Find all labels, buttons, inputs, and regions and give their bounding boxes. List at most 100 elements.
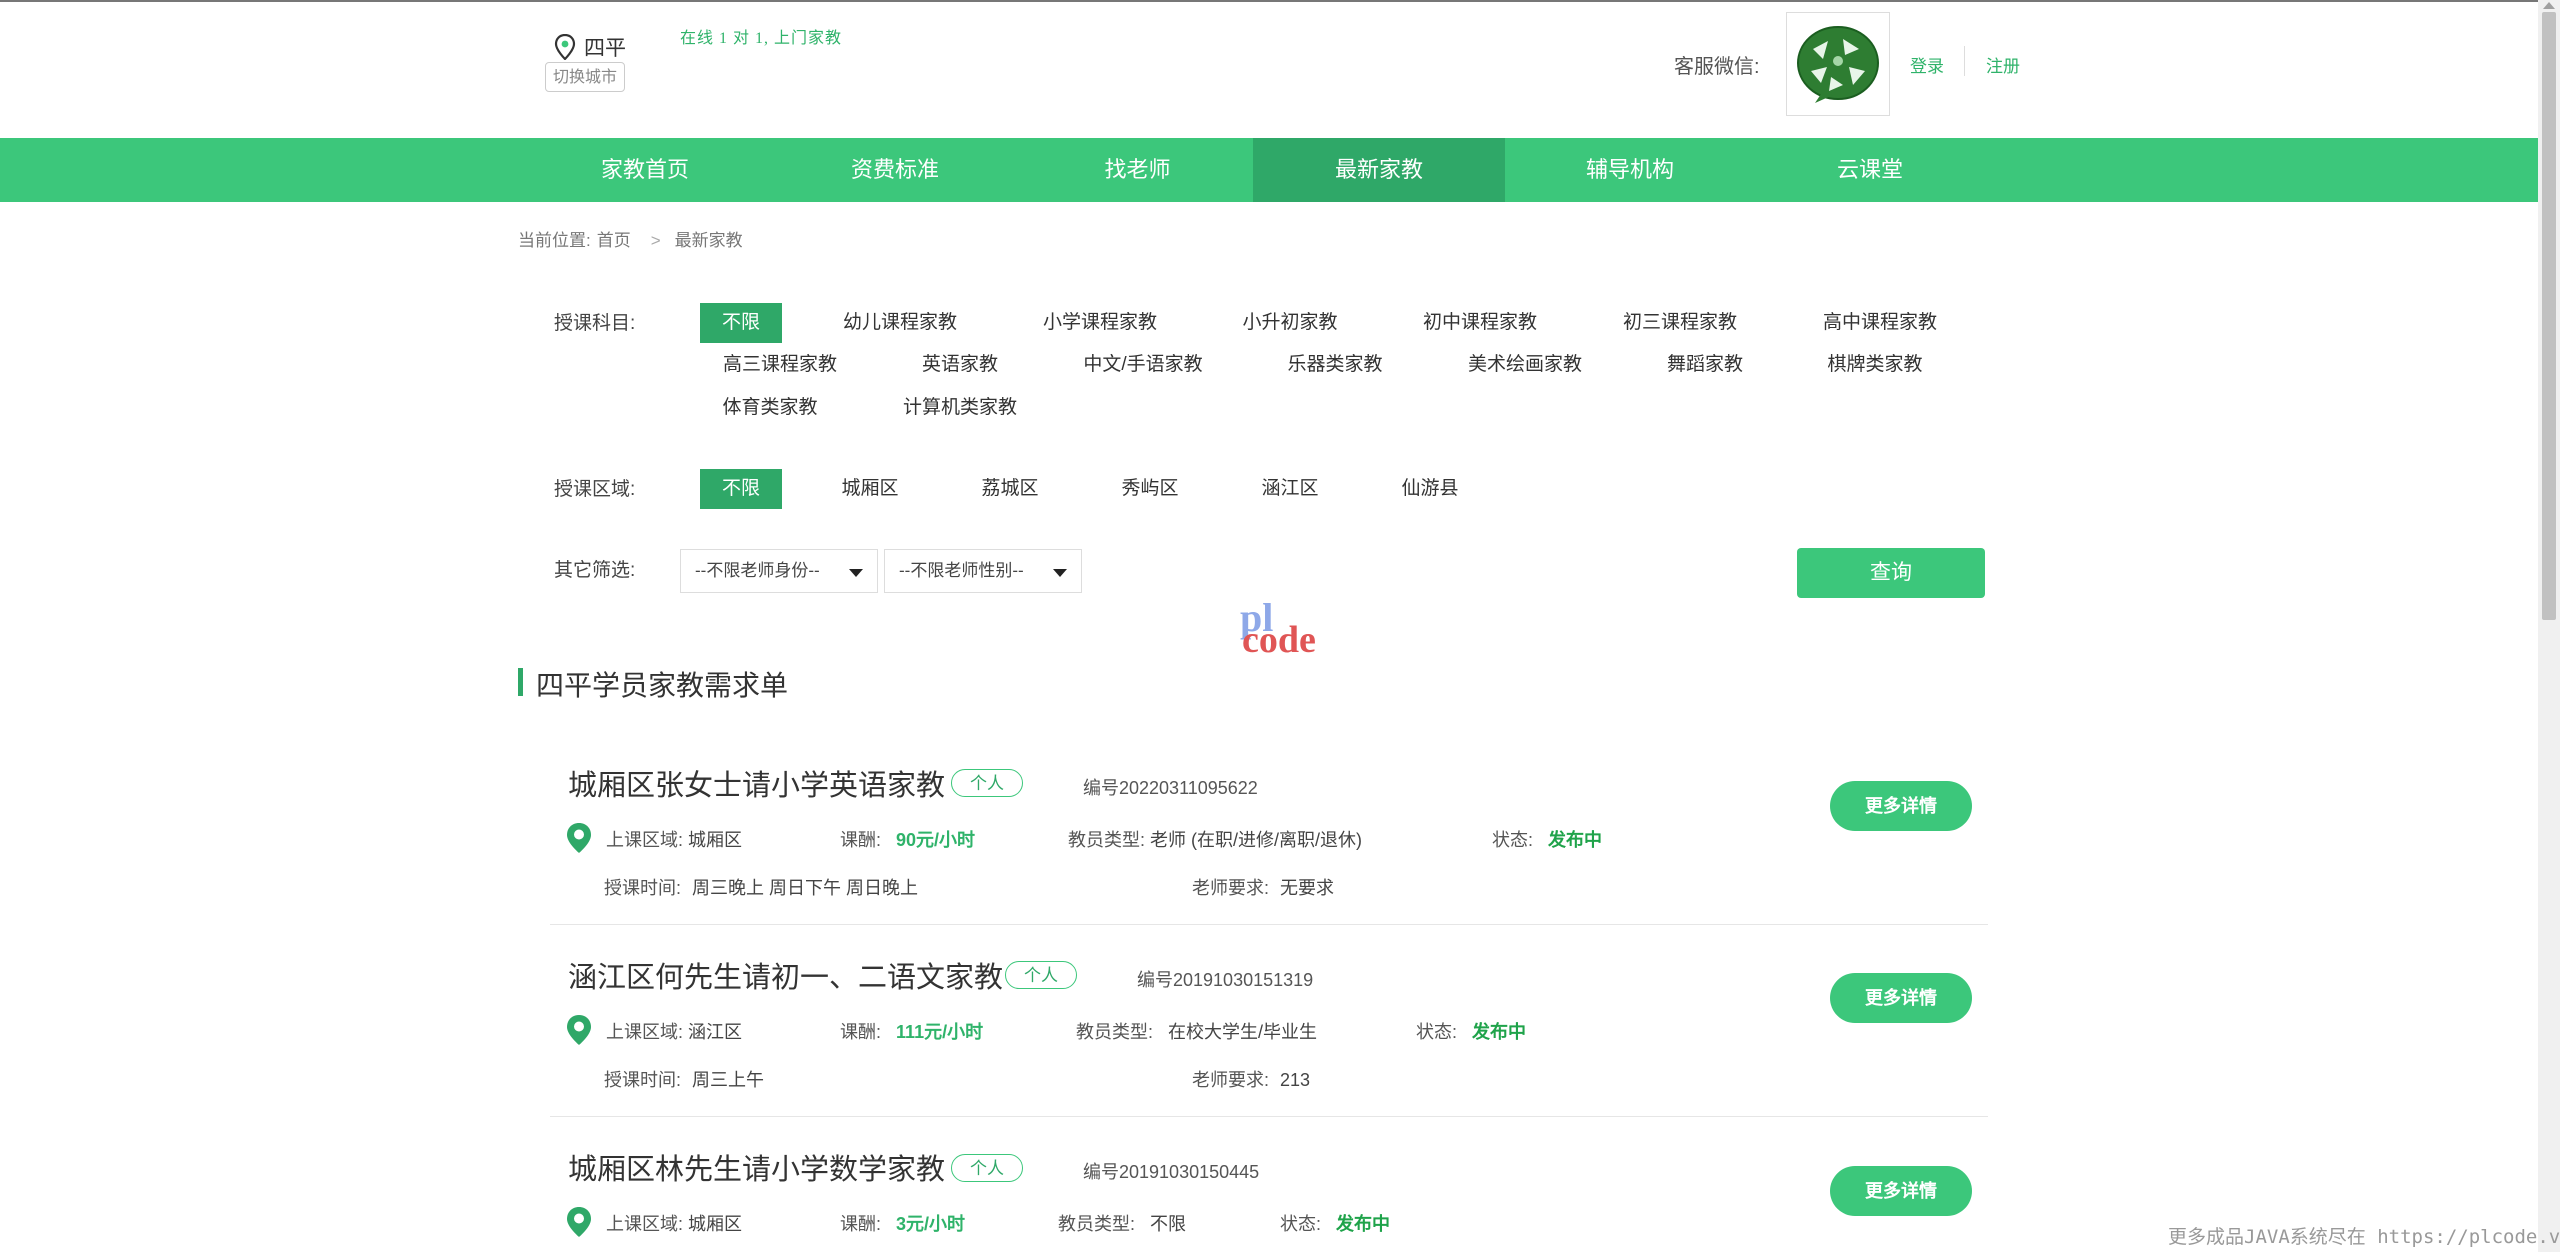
time-label: 授课时间:	[604, 1070, 682, 1090]
subject-chip[interactable]: 初中课程家教	[1405, 303, 1555, 343]
time-label: 授课时间:	[604, 878, 682, 898]
listing-title[interactable]: 涵江区何先生请初一、二语文家教	[568, 954, 1003, 996]
header-divider	[1964, 46, 1965, 76]
login-link[interactable]: 登录	[1910, 52, 1944, 77]
region-chip[interactable]: 荔城区	[960, 469, 1060, 509]
chevron-down-icon	[849, 569, 863, 577]
region-chip[interactable]: 涵江区	[1240, 469, 1340, 509]
nav-item-latest-tutoring[interactable]: 最新家教	[1253, 138, 1505, 202]
pay-label: 课酬:	[840, 830, 882, 850]
nav-item-find-teacher[interactable]: 找老师	[1010, 138, 1265, 202]
listing-requirement: 老师要求: 213	[1192, 1066, 1310, 1092]
pay-value: 90元/小时	[896, 830, 976, 850]
nav-item-pricing[interactable]: 资费标准	[770, 138, 1020, 202]
subject-chip[interactable]: 计算机类家教	[885, 388, 1035, 428]
region-label: 上课区域:	[606, 1022, 684, 1042]
section-accent-bar	[518, 668, 523, 696]
more-details-button[interactable]: 更多详情	[1830, 781, 1972, 831]
listing-status: 状态: 发布中	[1492, 826, 1602, 852]
location-pin-icon	[567, 823, 591, 853]
listing-teacher-type: 教员类型: 不限	[1058, 1210, 1186, 1236]
requirement-label: 老师要求:	[1192, 878, 1270, 898]
subject-chip[interactable]: 高中课程家教	[1805, 303, 1955, 343]
status-value: 发布中	[1472, 1022, 1527, 1042]
breadcrumb-separator-icon: >	[650, 231, 661, 250]
subject-chip[interactable]: 舞蹈家教	[1630, 345, 1780, 385]
region-value: 城厢区	[688, 1214, 743, 1234]
subject-chip[interactable]: 中文/手语家教	[1068, 345, 1218, 385]
breadcrumb-prefix: 当前位置:	[518, 231, 591, 250]
listing-region: 上课区域: 城厢区	[606, 1210, 742, 1236]
listing-pay: 课酬: 3元/小时	[840, 1210, 965, 1236]
wechat-qr-code-icon	[1786, 12, 1890, 116]
scroll-up-arrow-icon[interactable]	[2543, 2, 2555, 9]
teacher-gender-value: --不限老师性别--	[899, 561, 1024, 580]
subject-chip[interactable]: 初三课程家教	[1605, 303, 1755, 343]
subject-chip-all[interactable]: 不限	[700, 303, 782, 343]
pay-label: 课酬:	[840, 1022, 882, 1042]
region-label: 上课区域:	[606, 830, 684, 850]
subject-chip[interactable]: 乐器类家教	[1260, 345, 1410, 385]
listing-tag: 个人	[951, 1154, 1023, 1182]
subject-chip[interactable]: 小升初家教	[1215, 303, 1365, 343]
location-pin-icon	[554, 34, 576, 60]
subject-chip[interactable]: 高三课程家教	[705, 345, 855, 385]
listing-number: 编号20191030150445	[1083, 1162, 1260, 1182]
teacher-type-label: 教员类型:	[1076, 1022, 1154, 1042]
listing-title[interactable]: 城厢区张女士请小学英语家教	[568, 762, 945, 804]
requirement-value: 无要求	[1280, 878, 1335, 898]
time-value: 周三晚上 周日下午 周日晚上	[692, 878, 919, 898]
listing-status: 状态: 发布中	[1416, 1018, 1526, 1044]
requirement-label: 老师要求:	[1192, 1070, 1270, 1090]
region-chip[interactable]: 秀屿区	[1100, 469, 1200, 509]
scrollbar-thumb[interactable]	[2542, 12, 2556, 620]
listing-time: 授课时间: 周三晚上 周日下午 周日晚上	[604, 874, 918, 900]
time-value: 周三上午	[692, 1070, 765, 1090]
teacher-type-value: 在校大学生/毕业生	[1168, 1022, 1318, 1042]
listing-region: 上课区域: 城厢区	[606, 826, 742, 852]
status-label: 状态:	[1416, 1022, 1458, 1042]
pay-label: 课酬:	[840, 1214, 882, 1234]
subject-chip[interactable]: 体育类家教	[695, 388, 845, 428]
chevron-down-icon	[1053, 569, 1067, 577]
subject-chip[interactable]: 棋牌类家教	[1800, 345, 1950, 385]
more-details-button[interactable]: 更多详情	[1830, 973, 1972, 1023]
listing-region: 上课区域: 涵江区	[606, 1018, 742, 1044]
region-value: 城厢区	[688, 830, 743, 850]
teacher-type-value: 老师 (在职/进修/离职/退休)	[1150, 830, 1363, 850]
subject-chip[interactable]: 美术绘画家教	[1450, 345, 1600, 385]
region-chip-all[interactable]: 不限	[700, 469, 782, 509]
teacher-gender-select[interactable]: --不限老师性别--	[884, 549, 1082, 593]
listing-title[interactable]: 城厢区林先生请小学数学家教	[568, 1146, 945, 1188]
register-link[interactable]: 注册	[1986, 52, 2020, 77]
switch-city-button[interactable]: 切换城市	[545, 62, 625, 92]
listing-divider	[550, 924, 1988, 925]
nav-item-home[interactable]: 家教首页	[520, 138, 770, 202]
subject-filter-label: 授课科目:	[554, 313, 636, 334]
teacher-identity-select[interactable]: --不限老师身份--	[680, 549, 878, 593]
region-filter-label: 授课区域:	[554, 479, 636, 500]
listing-teacher-type: 教员类型: 老师 (在职/进修/离职/退休)	[1068, 826, 1362, 852]
region-value: 涵江区	[688, 1022, 743, 1042]
query-button[interactable]: 查询	[1797, 548, 1985, 598]
subject-chip[interactable]: 幼儿课程家教	[825, 303, 975, 343]
requirement-value: 213	[1280, 1070, 1311, 1090]
window-top-border	[0, 0, 2560, 2]
more-details-button[interactable]: 更多详情	[1830, 1166, 1972, 1216]
other-filter-label: 其它筛选:	[554, 560, 636, 581]
subject-chip[interactable]: 英语家教	[885, 345, 1035, 385]
section-title: 四平学员家教需求单	[536, 670, 789, 701]
status-value: 发布中	[1548, 830, 1603, 850]
subject-chip[interactable]: 小学课程家教	[1025, 303, 1175, 343]
region-chip[interactable]: 城厢区	[820, 469, 920, 509]
nav-item-cloud-class[interactable]: 云课堂	[1745, 138, 1995, 202]
region-chip[interactable]: 仙游县	[1380, 469, 1480, 509]
footer-watermark-note: 更多成品JAVA系统尽在 https://plcode.vip	[2168, 1226, 2560, 1248]
breadcrumb-home[interactable]: 首页	[597, 231, 631, 250]
status-value: 发布中	[1336, 1214, 1391, 1234]
listing-teacher-type: 教员类型: 在校大学生/毕业生	[1076, 1018, 1317, 1044]
listing-tag: 个人	[951, 769, 1023, 797]
listing-requirement: 老师要求: 无要求	[1192, 874, 1334, 900]
service-wechat-label: 客服微信:	[1674, 56, 1760, 78]
nav-item-institutions[interactable]: 辅导机构	[1505, 138, 1755, 202]
